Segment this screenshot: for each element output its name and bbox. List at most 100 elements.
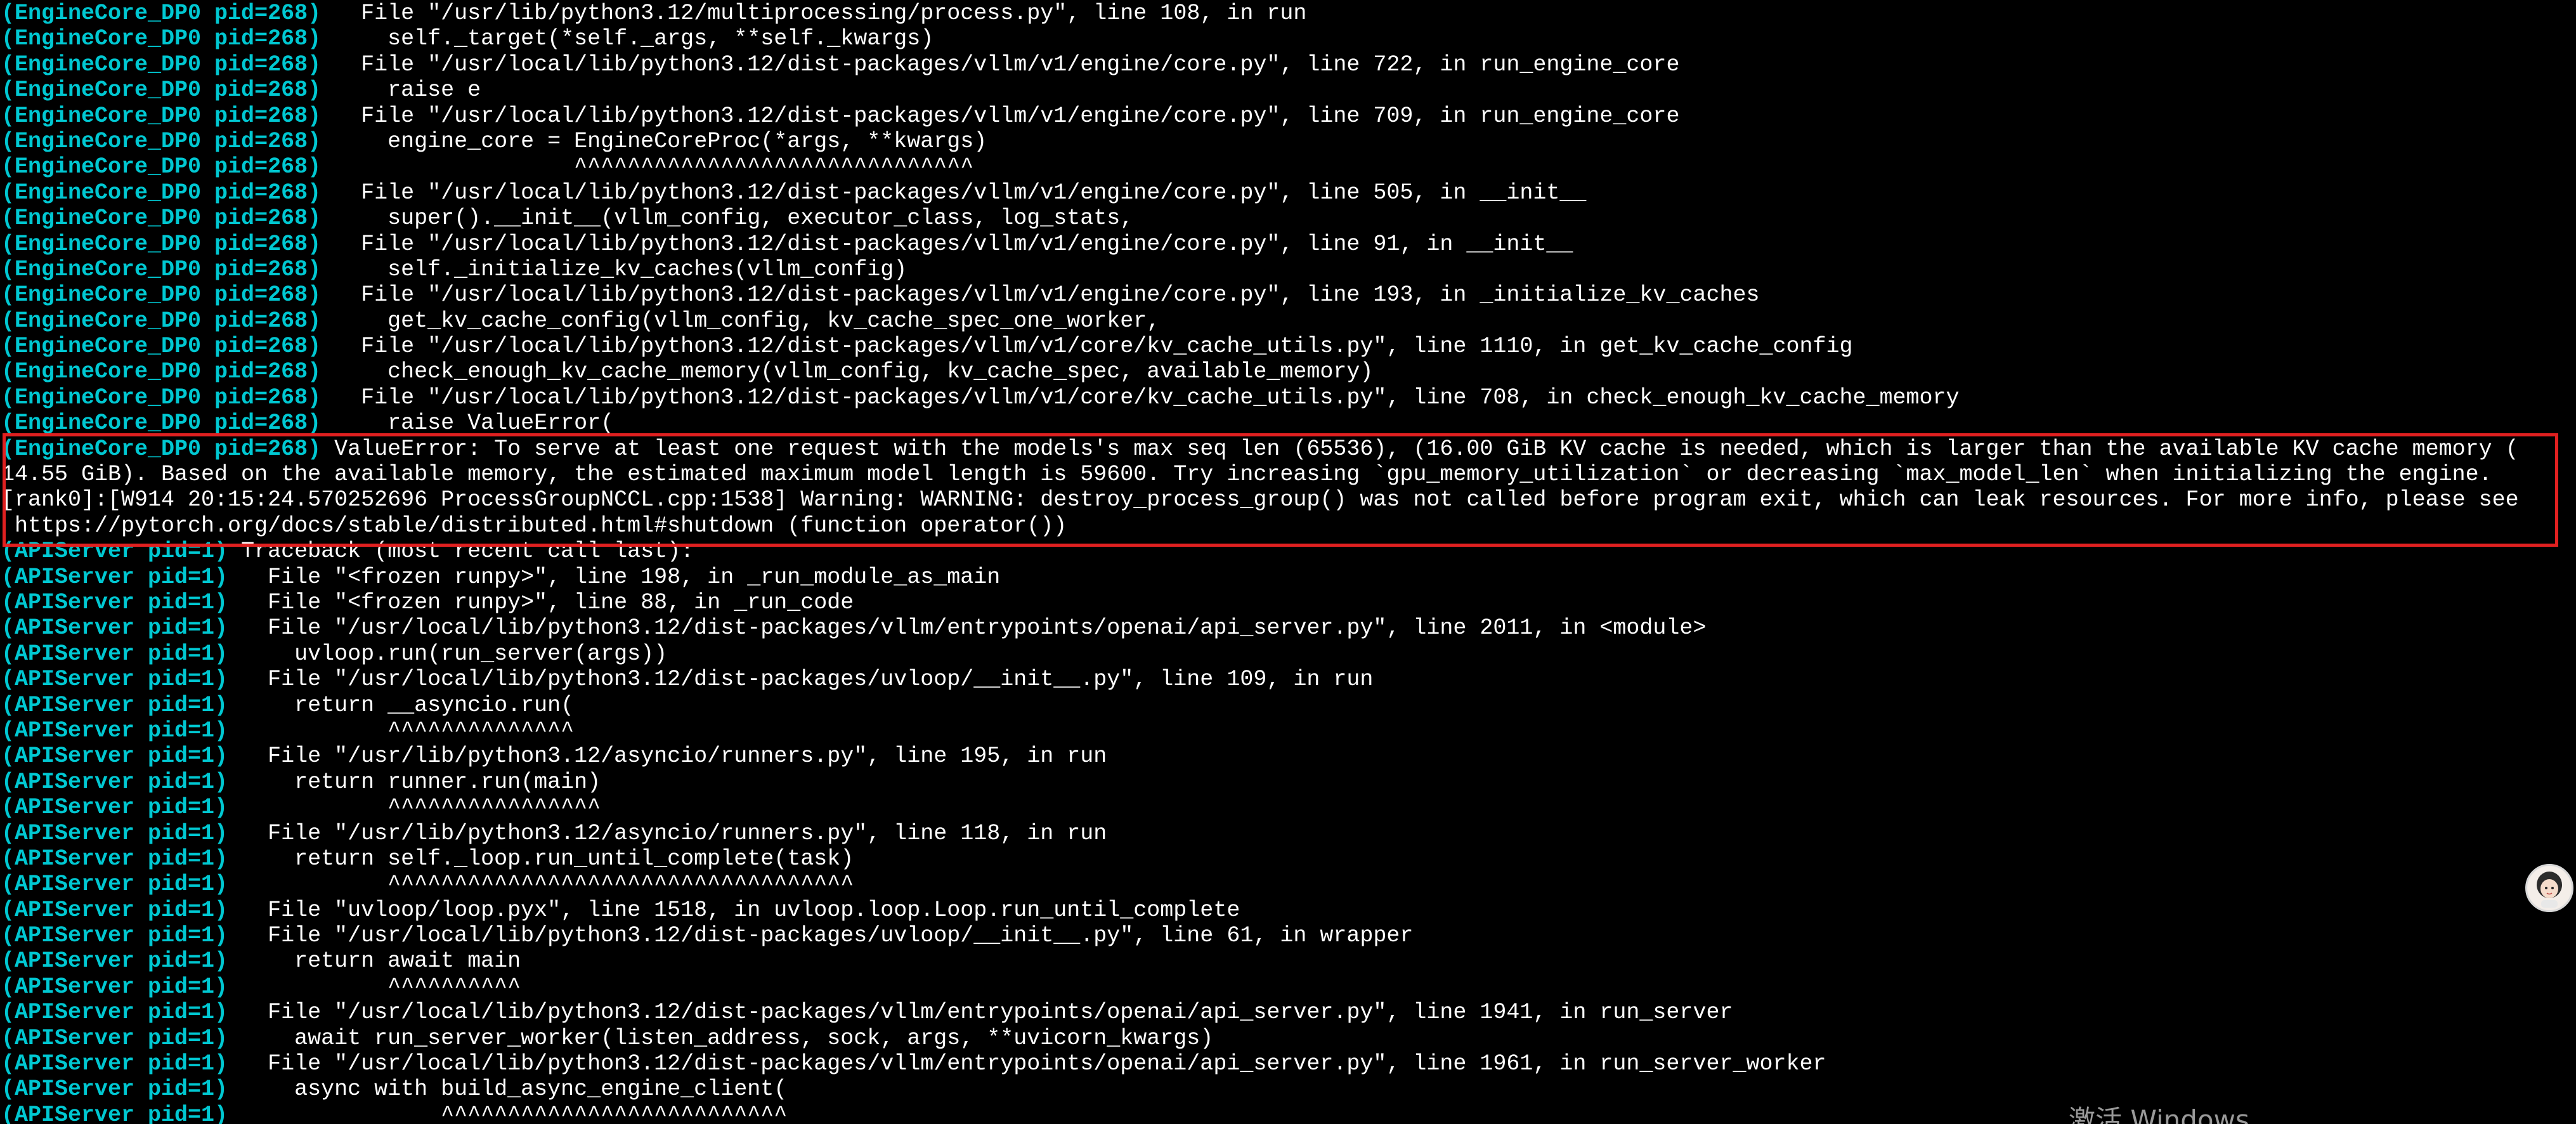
- terminal-line: (APIServer pid=1) File "<frozen runpy>",…: [1, 565, 2576, 590]
- log-prefix: (APIServer pid=1): [1, 1076, 228, 1102]
- log-message: File "/usr/local/lib/python3.12/dist-pac…: [321, 51, 1680, 77]
- log-prefix: (EngineCore_DP0 pid=268): [1, 1, 322, 26]
- log-message: File "<frozen runpy>", line 198, in _run…: [228, 564, 1001, 590]
- terminal-line: https://pytorch.org/docs/stable/distribu…: [1, 513, 2576, 539]
- log-message: File "/usr/local/lib/python3.12/dist-pac…: [228, 667, 1374, 693]
- terminal-line: (EngineCore_DP0 pid=268) File "/usr/loca…: [1, 385, 2576, 410]
- log-prefix: (APIServer pid=1): [1, 615, 228, 641]
- log-message: File "/usr/local/lib/python3.12/dist-pac…: [228, 1051, 1826, 1077]
- log-prefix: (EngineCore_DP0 pid=268): [1, 103, 322, 129]
- terminal-line: (APIServer pid=1) Traceback (most recent…: [1, 539, 2576, 564]
- log-prefix: (EngineCore_DP0 pid=268): [1, 384, 322, 410]
- terminal-line: (EngineCore_DP0 pid=268) raise ValueErro…: [1, 410, 2576, 436]
- log-prefix: (EngineCore_DP0 pid=268): [1, 436, 322, 462]
- terminal-line: (APIServer pid=1) File "uvloop/loop.pyx"…: [1, 898, 2576, 923]
- terminal-line: (EngineCore_DP0 pid=268) ^^^^^^^^^^^^^^^…: [1, 154, 2576, 180]
- log-prefix: (EngineCore_DP0 pid=268): [1, 206, 322, 232]
- log-message: super().__init__(vllm_config, executor_c…: [321, 206, 1134, 232]
- log-prefix: (EngineCore_DP0 pid=268): [1, 154, 322, 180]
- terminal-line: (APIServer pid=1) File "/usr/local/lib/p…: [1, 615, 2576, 641]
- log-prefix: (APIServer pid=1): [1, 1000, 228, 1026]
- terminal-line: (APIServer pid=1) ^^^^^^^^^^^^^^: [1, 718, 2576, 743]
- terminal-line: (APIServer pid=1) ^^^^^^^^^^^^^^^^^^^^^^…: [1, 872, 2576, 897]
- log-prefix: (APIServer pid=1): [1, 795, 228, 821]
- log-message: return await main: [228, 948, 521, 974]
- terminal-line: (APIServer pid=1) File "/usr/local/lib/p…: [1, 923, 2576, 948]
- terminal-line: 14.55 GiB). Based on the available memor…: [1, 462, 2576, 487]
- terminal-line: (APIServer pid=1) File "/usr/local/lib/p…: [1, 1000, 2576, 1025]
- terminal-line: (APIServer pid=1) return __asyncio.run(: [1, 693, 2576, 718]
- log-prefix: (APIServer pid=1): [1, 846, 228, 872]
- terminal-line: (APIServer pid=1) File "/usr/local/lib/p…: [1, 1051, 2576, 1076]
- log-message: File "/usr/lib/python3.12/asyncio/runner…: [228, 743, 1107, 769]
- log-prefix: (EngineCore_DP0 pid=268): [1, 77, 322, 103]
- log-message: File "/usr/local/lib/python3.12/dist-pac…: [321, 282, 1760, 308]
- log-message: https://pytorch.org/docs/stable/distribu…: [1, 513, 1067, 539]
- terminal-line: (APIServer pid=1) ^^^^^^^^^^^^^^^^: [1, 795, 2576, 820]
- log-prefix: (APIServer pid=1): [1, 692, 228, 718]
- terminal-line: (APIServer pid=1) File "/usr/lib/python3…: [1, 821, 2576, 846]
- terminal-line: (EngineCore_DP0 pid=268) raise e: [1, 77, 2576, 103]
- terminal-output: (EngineCore_DP0 pid=268) File "/usr/lib/…: [1, 1, 2576, 1124]
- log-message: 14.55 GiB). Based on the available memor…: [1, 462, 2492, 488]
- terminal-line: (EngineCore_DP0 pid=268) super().__init_…: [1, 206, 2576, 231]
- terminal-line: (EngineCore_DP0 pid=268) ValueError: To …: [1, 436, 2576, 462]
- terminal-line: (EngineCore_DP0 pid=268) File "/usr/loca…: [1, 180, 2576, 206]
- log-message: ^^^^^^^^^^^^^^^^^^^^^^^^^^^^^^^^^^^: [228, 872, 854, 898]
- log-message: async with build_async_engine_client(: [228, 1076, 788, 1102]
- log-prefix: (APIServer pid=1): [1, 948, 228, 974]
- log-prefix: (APIServer pid=1): [1, 667, 228, 693]
- log-prefix: (EngineCore_DP0 pid=268): [1, 282, 322, 308]
- terminal-line: (EngineCore_DP0 pid=268) self._initializ…: [1, 257, 2576, 282]
- terminal-line: (EngineCore_DP0 pid=268) File "/usr/loca…: [1, 52, 2576, 77]
- log-prefix: (EngineCore_DP0 pid=268): [1, 308, 322, 334]
- log-prefix: (EngineCore_DP0 pid=268): [1, 180, 322, 206]
- log-message: File "uvloop/loop.pyx", line 1518, in uv…: [228, 897, 1240, 923]
- terminal-line: (APIServer pid=1) await run_server_worke…: [1, 1026, 2576, 1051]
- log-prefix: (APIServer pid=1): [1, 872, 228, 898]
- log-message: File "/usr/lib/python3.12/multiprocessin…: [321, 1, 1307, 26]
- log-prefix: (APIServer pid=1): [1, 539, 228, 565]
- windows-activation-watermark: 激活 Windows: [2069, 1104, 2249, 1124]
- log-prefix: (EngineCore_DP0 pid=268): [1, 26, 322, 52]
- terminal-line: (EngineCore_DP0 pid=268) File "/usr/loca…: [1, 282, 2576, 308]
- log-prefix: (APIServer pid=1): [1, 717, 228, 743]
- log-message: File "<frozen runpy>", line 88, in _run_…: [228, 589, 854, 615]
- avatar-icon[interactable]: [2525, 864, 2573, 912]
- terminal-line: (APIServer pid=1) return self._loop.run_…: [1, 846, 2576, 872]
- log-message: ^^^^^^^^^^^^^^: [228, 717, 575, 743]
- log-prefix: (APIServer pid=1): [1, 564, 228, 590]
- log-message: ^^^^^^^^^^^^^^^^: [228, 795, 601, 821]
- log-prefix: (APIServer pid=1): [1, 923, 228, 949]
- log-prefix: (EngineCore_DP0 pid=268): [1, 231, 322, 257]
- log-prefix: (APIServer pid=1): [1, 1051, 228, 1077]
- log-prefix: (EngineCore_DP0 pid=268): [1, 334, 322, 360]
- log-message: raise ValueError(: [321, 410, 615, 436]
- log-message: self._initialize_kv_caches(vllm_config): [321, 256, 907, 282]
- log-message: File "/usr/lib/python3.12/asyncio/runner…: [228, 820, 1107, 846]
- log-message: Traceback (most recent call last):: [228, 539, 694, 565]
- log-prefix: (APIServer pid=1): [1, 769, 228, 795]
- log-message: return __asyncio.run(: [228, 692, 575, 718]
- log-message: File "/usr/local/lib/python3.12/dist-pac…: [228, 615, 1707, 641]
- terminal-line: [rank0]:[W914 20:15:24.570252696 Process…: [1, 487, 2576, 513]
- log-message: return self._loop.run_until_complete(tas…: [228, 846, 854, 872]
- terminal-window[interactable]: (EngineCore_DP0 pid=268) File "/usr/lib/…: [0, 0, 2576, 1124]
- log-message: [rank0]:[W914 20:15:24.570252696 Process…: [1, 487, 2519, 513]
- log-message: get_kv_cache_config(vllm_config, kv_cach…: [321, 308, 1161, 334]
- log-message: self._target(*self._args, **self._kwargs…: [321, 26, 934, 52]
- terminal-line: (EngineCore_DP0 pid=268) self._target(*s…: [1, 26, 2576, 51]
- log-prefix: (APIServer pid=1): [1, 974, 228, 1000]
- terminal-line: (APIServer pid=1) ^^^^^^^^^^: [1, 974, 2576, 1000]
- log-message: ^^^^^^^^^^^^^^^^^^^^^^^^^^^^^^: [321, 154, 974, 180]
- log-prefix: (APIServer pid=1): [1, 1025, 228, 1051]
- terminal-line: (EngineCore_DP0 pid=268) engine_core = E…: [1, 129, 2576, 154]
- log-message: uvloop.run(run_server(args)): [228, 641, 668, 667]
- terminal-line: (APIServer pid=1) async with build_async…: [1, 1076, 2576, 1102]
- log-prefix: (APIServer pid=1): [1, 820, 228, 846]
- terminal-line: (EngineCore_DP0 pid=268) File "/usr/loca…: [1, 334, 2576, 359]
- log-prefix: (EngineCore_DP0 pid=268): [1, 256, 322, 282]
- log-message: ^^^^^^^^^^^^^^^^^^^^^^^^^^: [228, 1102, 788, 1124]
- terminal-line: (APIServer pid=1) return await main: [1, 948, 2576, 974]
- log-message: check_enough_kv_cache_memory(vllm_config…: [321, 359, 1374, 385]
